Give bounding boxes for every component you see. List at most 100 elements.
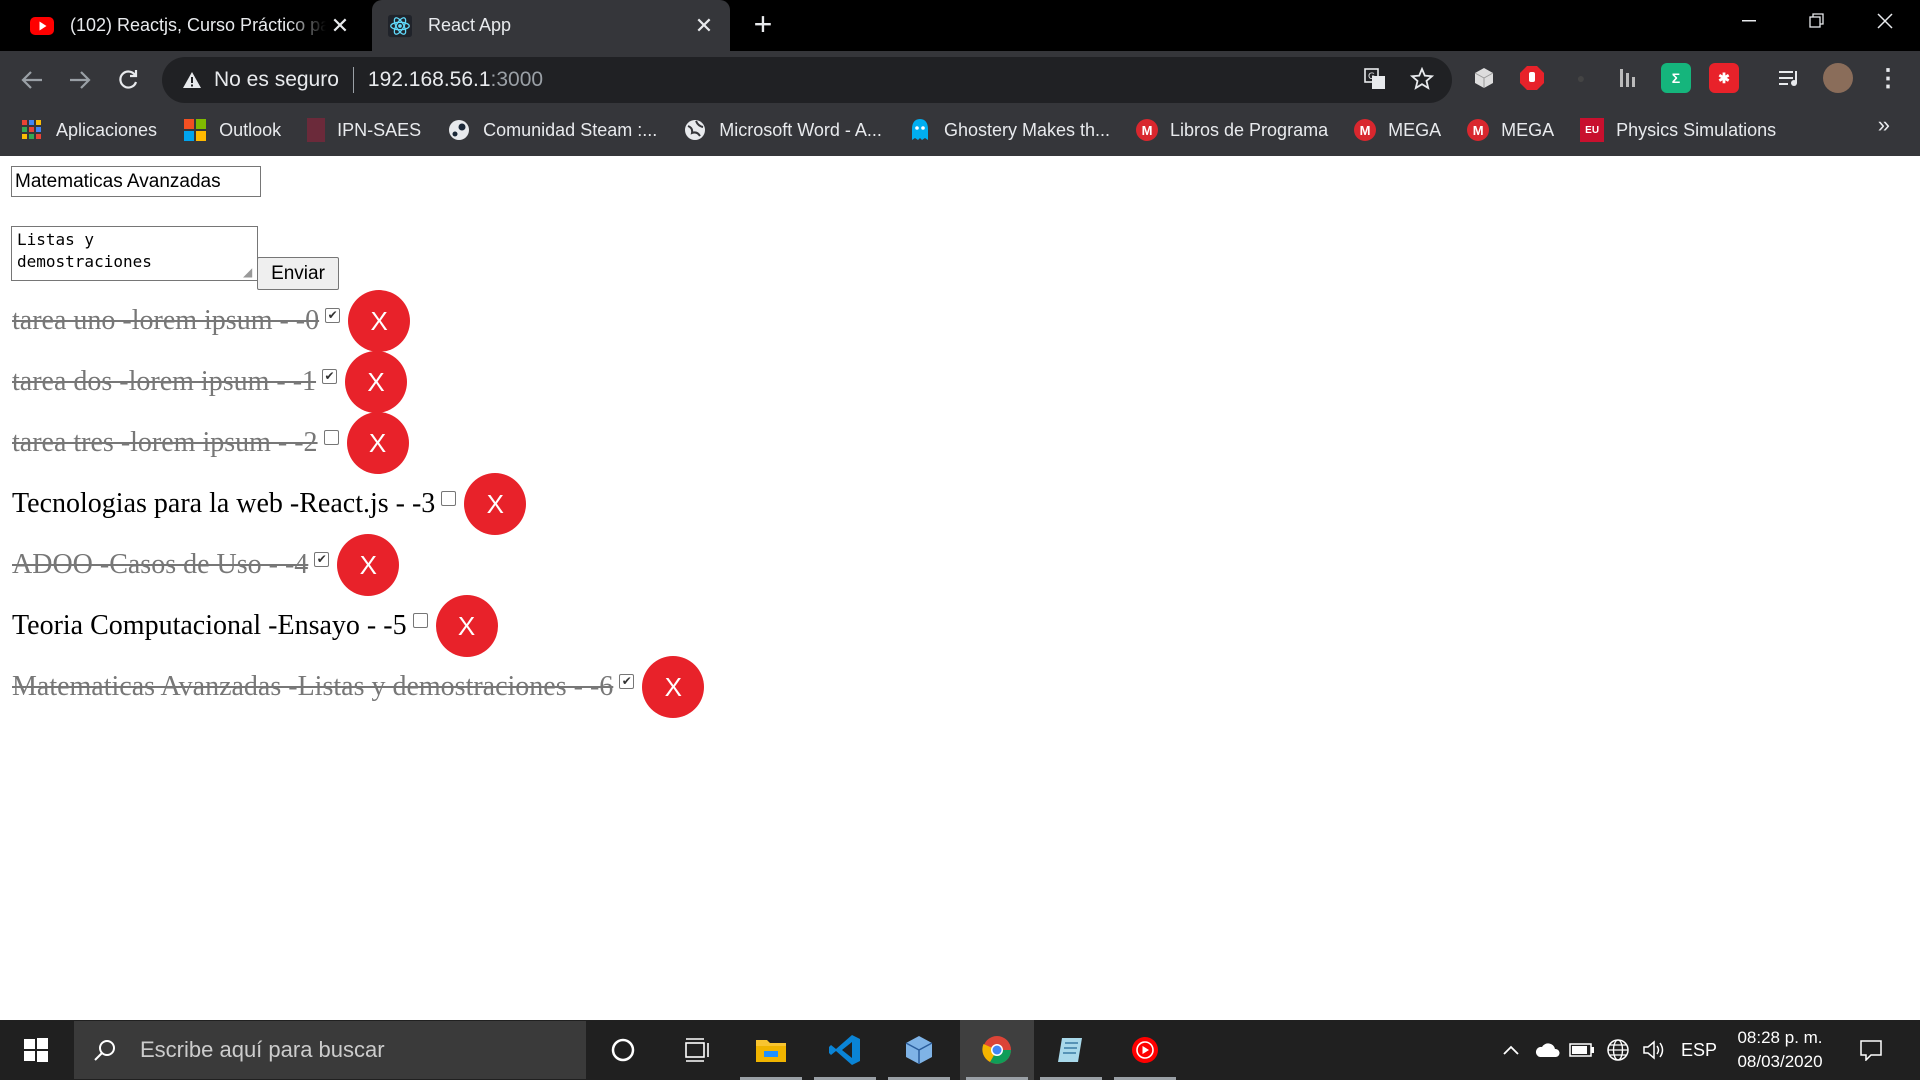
bookmark-aplicaciones[interactable]: Aplicaciones (20, 118, 157, 142)
sigma-extension-icon[interactable]: Σ (1661, 63, 1691, 93)
browser-title-bar: (102) Reactjs, Curso Práctico para ✕ Rea… (0, 0, 1920, 51)
task-text: tarea uno -lorem ipsum - -0 (12, 305, 320, 336)
task-checkbox[interactable]: ✔ (325, 307, 341, 323)
task-item: Teoria Computacional -Ensayo - -5 X (12, 595, 498, 657)
reload-icon[interactable] (108, 60, 148, 100)
submit-button[interactable]: Enviar (257, 257, 339, 290)
close-icon[interactable]: ✕ (690, 12, 718, 40)
task-checkbox[interactable] (441, 490, 457, 506)
network-globe-icon[interactable] (1602, 1020, 1634, 1080)
task-item: ADOO -Casos de Uso - -4 ✔ X (12, 534, 400, 596)
red-extension-icon[interactable]: ✱ (1709, 63, 1739, 93)
bookmark-label: Libros de Programa (1170, 119, 1329, 140)
bookmark-label: Physics Simulations (1616, 119, 1777, 140)
volume-icon[interactable] (1638, 1020, 1670, 1080)
youtube-music-icon[interactable] (1108, 1020, 1182, 1080)
search-placeholder: Escribe aquí para buscar (140, 1037, 385, 1062)
warning-icon[interactable] (180, 68, 204, 92)
delete-task-button[interactable]: X (346, 412, 409, 474)
virtualbox-icon[interactable] (882, 1020, 956, 1080)
mega-icon: M (1354, 119, 1377, 141)
bookmark-steam[interactable]: Comunidad Steam :... (447, 118, 657, 142)
bookmarks-overflow-button[interactable]: » (1878, 112, 1890, 138)
task-checkbox[interactable] (412, 612, 428, 628)
divider (352, 67, 354, 93)
bookmark-label: MEGA (1388, 119, 1442, 140)
new-tab-button[interactable]: + (746, 8, 780, 42)
task-checkbox[interactable] (323, 429, 339, 445)
tab-react-app[interactable]: React App ✕ (372, 0, 730, 51)
bookmark-microsoft-word[interactable]: Microsoft Word - A... (683, 118, 882, 142)
task-checkbox[interactable]: ✔ (322, 368, 338, 384)
bookmark-label: IPN-SAES (337, 119, 422, 140)
onedrive-icon[interactable] (1530, 1020, 1564, 1080)
bookmarks-bar: Aplicaciones Outlook IPN-SAES Comunidad … (0, 109, 1920, 151)
language-indicator[interactable]: ESP (1674, 1020, 1724, 1080)
page-content: ◢ Enviar tarea uno -lorem ipsum - -0 ✔ X… (0, 156, 1920, 1020)
bookmark-outlook[interactable]: Outlook (183, 118, 281, 142)
delete-task-button[interactable]: X (348, 290, 411, 352)
delete-task-button[interactable]: X (435, 595, 498, 657)
analytics-extension-icon[interactable] (1613, 63, 1643, 93)
minimize-icon[interactable] (1714, 0, 1784, 42)
delete-task-button[interactable]: X (337, 534, 400, 596)
taskbar-search[interactable]: Escribe aquí para buscar (74, 1021, 586, 1079)
notifications-icon[interactable] (1848, 1020, 1894, 1080)
bookmark-mega-1[interactable]: M MEGA (1354, 119, 1441, 141)
battery-icon[interactable] (1566, 1020, 1598, 1080)
back-arrow-icon[interactable] (12, 60, 52, 100)
chevron-up-icon[interactable] (1496, 1020, 1526, 1080)
close-window-icon[interactable] (1850, 0, 1920, 42)
security-label[interactable]: No es seguro (214, 68, 339, 92)
task-text: Matematicas Avanzadas -Listas y demostra… (12, 671, 614, 702)
task-item: Matematicas Avanzadas -Listas y demostra… (12, 656, 705, 718)
bookmark-mega-2[interactable]: M MEGA (1467, 119, 1554, 141)
file-explorer-icon[interactable] (734, 1020, 808, 1080)
adblock-icon[interactable] (1517, 63, 1547, 93)
windows-start-icon[interactable] (0, 1020, 72, 1080)
resize-grip-icon[interactable]: ◢ (243, 266, 255, 278)
delete-task-button[interactable]: X (464, 473, 527, 535)
star-icon[interactable] (1408, 65, 1436, 93)
task-item: tarea dos -lorem ipsum - -1 ✔ X (12, 351, 408, 413)
cortana-icon[interactable] (586, 1020, 660, 1080)
mega-icon: M (1136, 119, 1158, 141)
delete-task-button[interactable]: X (642, 656, 705, 718)
bookmark-ghostery[interactable]: Ghostery Makes th... (908, 118, 1110, 142)
translate-icon[interactable]: G (1361, 65, 1389, 93)
tab-youtube[interactable]: (102) Reactjs, Curso Práctico para ✕ (14, 0, 366, 51)
bookmark-label: Ghostery Makes th... (943, 119, 1110, 140)
task-title-input[interactable] (11, 166, 261, 197)
eu-icon: EU (1580, 118, 1605, 142)
task-text: tarea tres -lorem ipsum - -2 (12, 427, 318, 458)
hidden-extension-icon[interactable]: ● (1566, 63, 1596, 93)
menu-icon[interactable]: ⋮ (1873, 63, 1903, 93)
notepad-app-icon[interactable] (1034, 1020, 1108, 1080)
tab-title: (102) Reactjs, Curso Práctico para (70, 15, 326, 35)
delete-task-button[interactable]: X (345, 351, 408, 413)
restore-icon[interactable] (1782, 0, 1852, 42)
address-bar[interactable]: No es seguro 192.168.56.1:3000 (162, 57, 1452, 103)
task-checkbox[interactable]: ✔ (619, 673, 635, 689)
cube-extension-icon[interactable] (1469, 63, 1499, 93)
bookmark-physics[interactable]: EU Physics Simulations (1580, 118, 1776, 142)
svg-text:G: G (1368, 72, 1375, 82)
chrome-icon[interactable] (960, 1020, 1034, 1080)
task-view-icon[interactable] (660, 1020, 734, 1080)
bookmark-ipn-saes[interactable]: IPN-SAES (307, 118, 421, 142)
url-port[interactable]: :3000 (491, 68, 544, 92)
close-icon[interactable]: ✕ (326, 12, 354, 40)
task-text: ADOO -Casos de Uso - -4 (12, 549, 309, 580)
media-queue-icon[interactable] (1775, 63, 1805, 93)
task-text: Tecnologias para la web -React.js - -3 (12, 488, 436, 519)
avatar[interactable] (1823, 63, 1853, 93)
task-description-textarea[interactable] (11, 226, 258, 281)
task-checkbox[interactable]: ✔ (314, 551, 330, 567)
apps-grid-icon (20, 118, 44, 142)
forward-arrow-icon[interactable] (60, 60, 100, 100)
bookmark-label: Outlook (219, 119, 282, 140)
url-host[interactable]: 192.168.56.1 (368, 68, 491, 92)
bookmark-libros[interactable]: M Libros de Programa (1136, 119, 1328, 141)
system-clock[interactable]: 08:28 p. m. 08/03/2020 (1730, 1026, 1830, 1074)
vscode-icon[interactable] (808, 1020, 882, 1080)
